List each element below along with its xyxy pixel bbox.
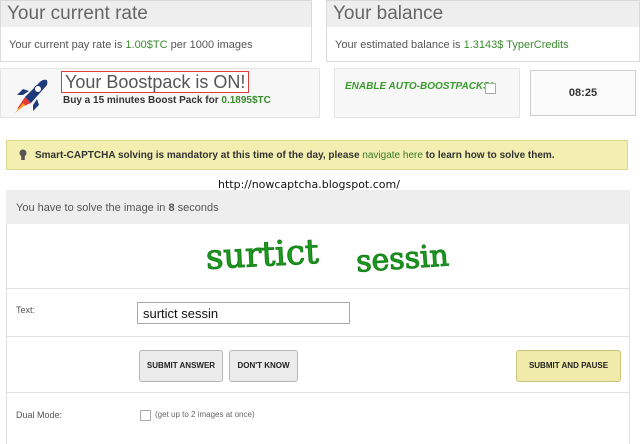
current-rate-body: Your current pay rate is 1.00$TC per 100…	[1, 27, 311, 61]
auto-boost-checkbox[interactable]	[485, 83, 496, 94]
auto-boost-label: ENABLE AUTO-BOOSTPACKS!	[345, 81, 494, 92]
row-divider	[6, 336, 630, 337]
current-rate-title: Your current rate	[1, 1, 311, 27]
rate-prefix: Your current pay rate is	[9, 39, 126, 51]
lightbulb-icon	[19, 149, 27, 160]
submit-and-pause-button[interactable]: SUBMIT AND PAUSE	[516, 350, 621, 382]
balance-panel: Your balance Your estimated balance is 1…	[326, 0, 640, 62]
watermark-url: http://nowcaptcha.blogspot.com/	[218, 178, 400, 191]
auto-boost-panel: ENABLE AUTO-BOOSTPACKS!	[334, 68, 520, 118]
solve-suffix: seconds	[174, 202, 219, 214]
boostpack-offer-text: Buy a 15 minutes Boost Pack for	[63, 95, 222, 106]
boostpack-offer[interactable]: Buy a 15 minutes Boost Pack for 0.1895$T…	[63, 95, 271, 106]
notice-link[interactable]: navigate here	[362, 150, 423, 161]
balance-title: Your balance	[327, 1, 639, 27]
balance-value: 1.3143$ TyperCredits	[463, 39, 569, 51]
rocket-icon	[15, 79, 48, 113]
notice-text: Smart-CAPTCHA solving is mandatory at th…	[35, 150, 363, 161]
text-label: Text:	[16, 305, 36, 315]
countdown-timer: 08:25	[530, 70, 636, 116]
rate-value: 1.00$TC	[125, 39, 168, 51]
dual-mode-label: Dual Mode:	[16, 410, 63, 420]
captcha-image: surtict sessin	[180, 228, 498, 282]
row-divider	[6, 392, 630, 393]
submit-answer-button[interactable]: SUBMIT ANSWER	[139, 350, 223, 382]
current-rate-panel: Your current rate Your current pay rate …	[0, 0, 312, 62]
captcha-word-2: sessin	[355, 238, 450, 279]
balance-prefix: Your estimated balance is	[335, 39, 464, 51]
solve-header: You have to solve the image in 8 seconds	[6, 190, 630, 224]
smart-captcha-notice: Smart-CAPTCHA solving is mandatory at th…	[6, 140, 628, 170]
captcha-answer-input[interactable]	[137, 302, 350, 324]
row-divider	[6, 288, 630, 289]
dual-mode-note: (get up to 2 images at once)	[155, 410, 255, 419]
solve-prefix: You have to solve the image in	[16, 202, 169, 214]
captcha-word-1: surtict	[205, 232, 320, 278]
boostpack-panel: Your Boostpack is ON! Buy a 15 minutes B…	[0, 68, 320, 118]
rate-suffix: per 1000 images	[167, 39, 253, 51]
dont-know-button[interactable]: DON'T KNOW	[229, 350, 298, 382]
balance-body: Your estimated balance is 1.3143$ TyperC…	[327, 27, 639, 61]
dual-mode-checkbox[interactable]	[140, 410, 151, 421]
boostpack-price: 0.1895$TC	[221, 95, 271, 106]
boostpack-status: Your Boostpack is ON!	[61, 71, 250, 93]
notice-rest: to learn how to solve them.	[422, 150, 555, 161]
